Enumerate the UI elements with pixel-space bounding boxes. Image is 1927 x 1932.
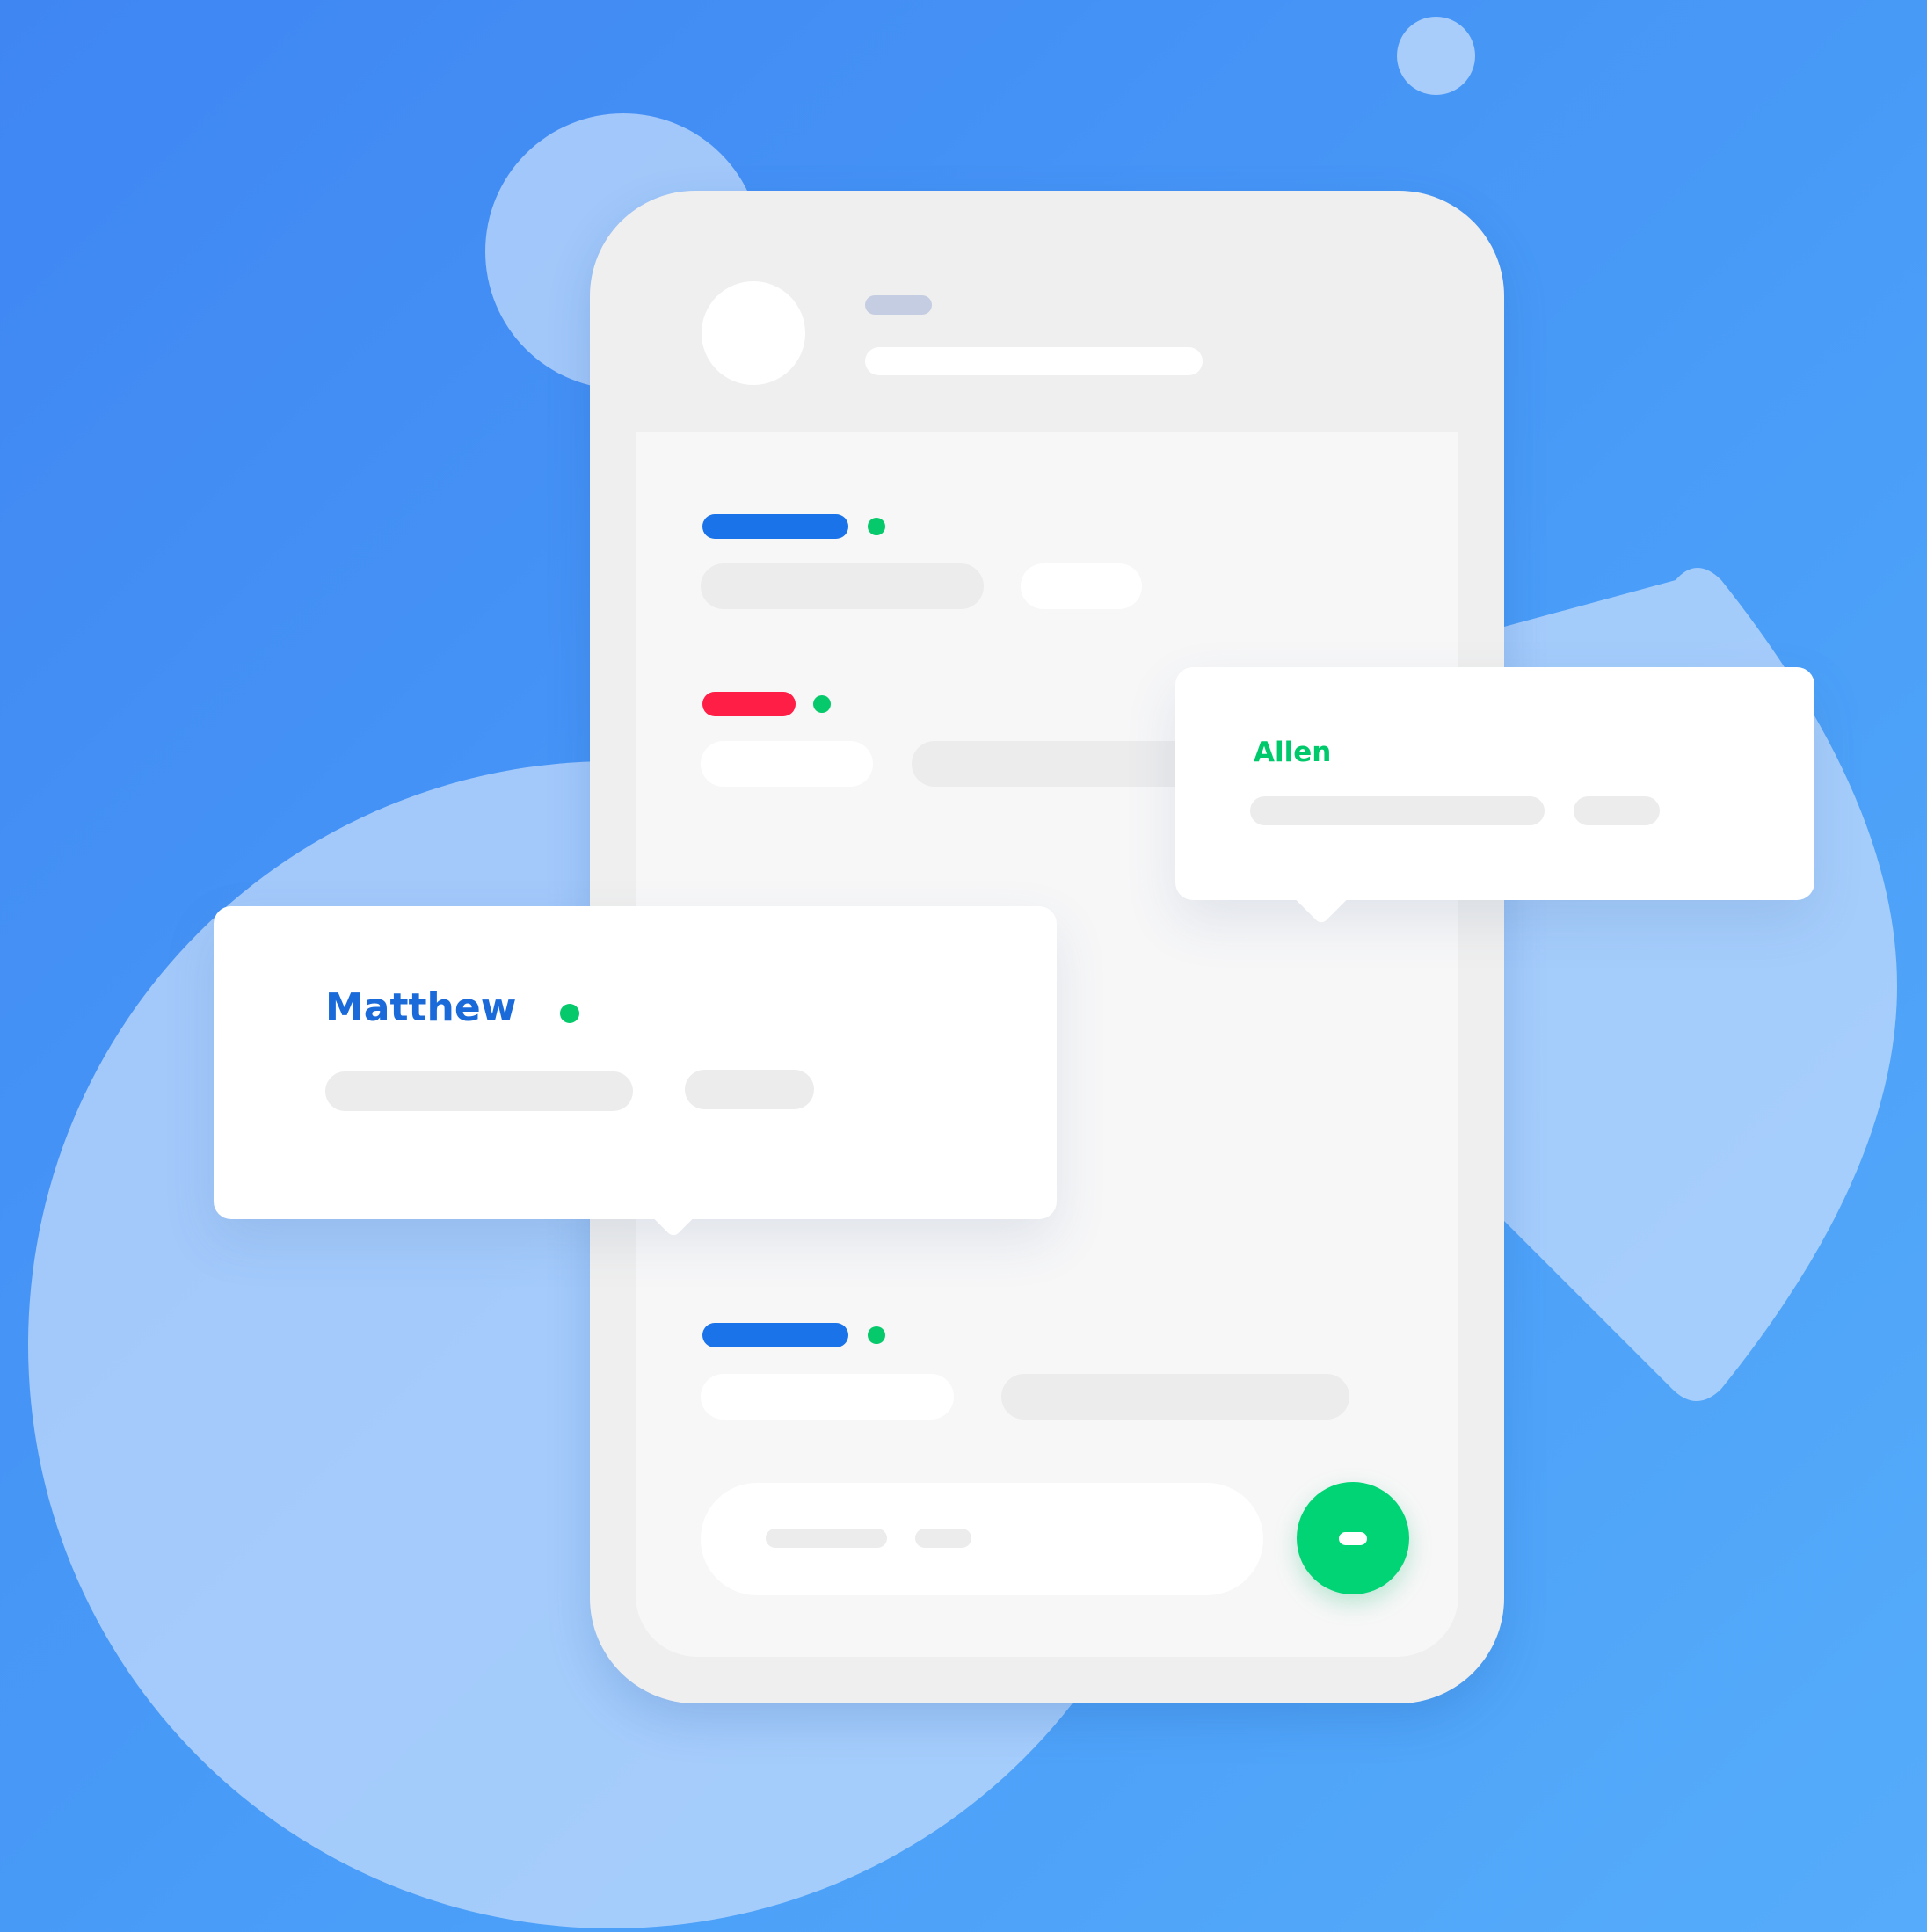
- input-placeholder: [915, 1529, 971, 1548]
- message-text-placeholder: [1001, 1374, 1349, 1420]
- sender-name-placeholder: [702, 692, 796, 716]
- message-text-placeholder: [1021, 563, 1142, 609]
- online-indicator: [560, 1004, 579, 1023]
- message-text-placeholder: [685, 1070, 814, 1109]
- header-subtitle-placeholder: [865, 295, 932, 315]
- message-text-placeholder: [325, 1071, 633, 1111]
- input-placeholder: [766, 1529, 887, 1548]
- message-text-placeholder: [701, 1374, 954, 1420]
- decorative-dot: [1397, 17, 1475, 95]
- avatar: [702, 281, 805, 385]
- online-indicator: [813, 695, 831, 713]
- message-input[interactable]: [701, 1483, 1263, 1595]
- chat-popup-matthew[interactable]: Matthew: [214, 906, 1057, 1238]
- online-indicator: [868, 1326, 885, 1344]
- contact-name: Matthew: [325, 985, 517, 1030]
- sender-name-placeholder: [702, 1323, 848, 1347]
- message-text-placeholder: [701, 741, 873, 787]
- message-text-placeholder: [1250, 796, 1545, 825]
- message-text-placeholder: [1574, 796, 1660, 825]
- header-title-placeholder: [865, 347, 1203, 375]
- send-button[interactable]: [1297, 1482, 1409, 1594]
- sender-name-placeholder: [702, 514, 848, 539]
- contact-name: Allen: [1254, 737, 1332, 768]
- send-icon: [1339, 1531, 1367, 1545]
- online-indicator: [868, 518, 885, 535]
- chat-popup-allen[interactable]: Allen: [1175, 667, 1814, 926]
- message-text-placeholder: [701, 563, 984, 609]
